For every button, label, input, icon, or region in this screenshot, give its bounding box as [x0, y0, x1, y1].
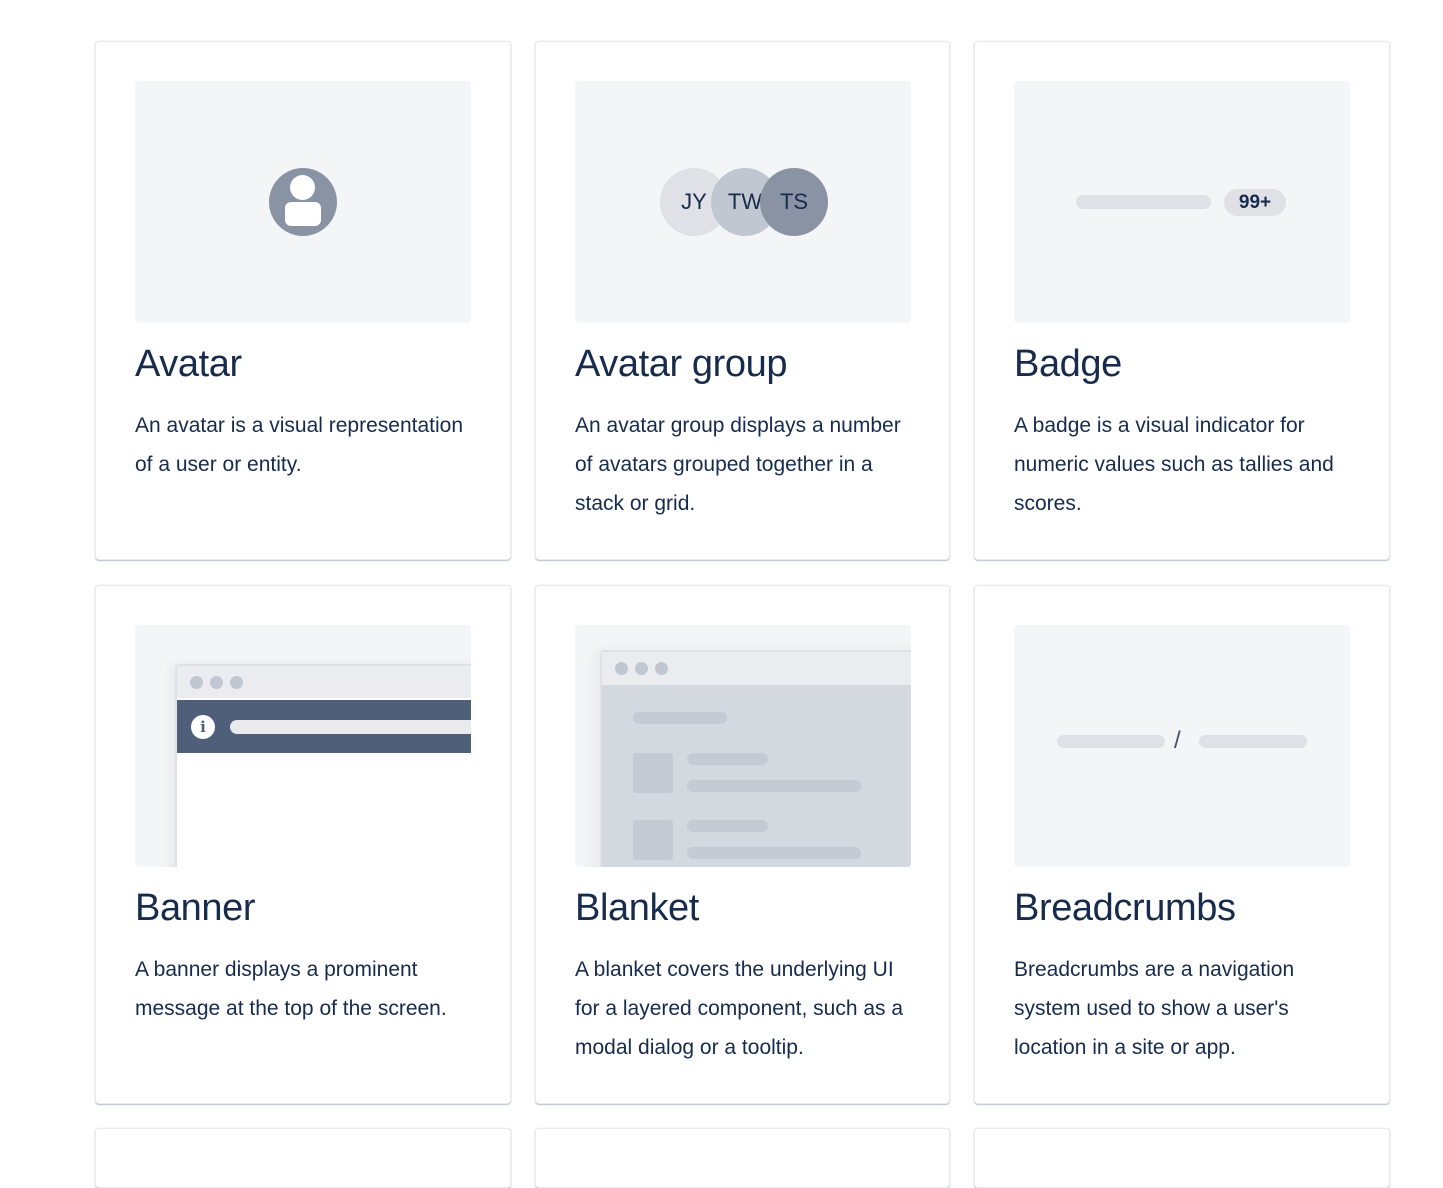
card-title: Breadcrumbs: [1014, 887, 1236, 929]
card-description: A banner displays a prominent message at…: [135, 958, 447, 1020]
card-blanket[interactable]: Blanket A blanket covers the underlying …: [535, 585, 950, 1104]
card-title: Badge: [1014, 343, 1122, 385]
card-breadcrumbs[interactable]: / Breadcrumbs Breadcrumbs are a navigati…: [974, 585, 1390, 1104]
window-dot: [190, 676, 203, 689]
card-title: Avatar: [135, 343, 242, 385]
placeholder-line: [633, 712, 727, 724]
placeholder-line: [687, 780, 861, 792]
card-description: A badge is a visual indicator for numeri…: [1014, 414, 1334, 515]
placeholder-line: [687, 847, 861, 859]
window-titlebar: [602, 652, 911, 685]
card-badge[interactable]: 99+ Badge A badge is a visual indicator …: [974, 41, 1390, 560]
window-dot: [210, 676, 223, 689]
window-dot: [230, 676, 243, 689]
card-partial[interactable]: [95, 1128, 511, 1188]
window-dot: [635, 662, 648, 675]
window-dot: [655, 662, 668, 675]
placeholder-line: [687, 820, 768, 832]
avatar-preview: [135, 81, 471, 323]
blanket-preview: [575, 625, 911, 867]
banner-strip: i: [177, 700, 471, 753]
badge-count: 99+: [1224, 189, 1286, 216]
browser-window-illustration: i: [175, 664, 471, 867]
placeholder-text-bar: [230, 720, 471, 734]
card-description: An avatar is a visual representation of …: [135, 414, 464, 476]
badge-preview: 99+: [1014, 81, 1350, 323]
component-card-grid: Avatar An avatar is a visual representat…: [95, 41, 1390, 1104]
banner-preview: i: [135, 625, 471, 867]
placeholder-square: [633, 820, 673, 860]
placeholder-line: [687, 753, 768, 765]
window-dot: [615, 662, 628, 675]
card-title: Banner: [135, 887, 256, 929]
card-description: A blanket covers the underlying UI for a…: [575, 958, 904, 1059]
breadcrumb-separator: /: [1174, 727, 1181, 754]
info-icon: i: [191, 715, 215, 739]
card-title: Avatar group: [575, 343, 788, 385]
placeholder-crumb: [1199, 735, 1307, 748]
card-title: Blanket: [575, 887, 699, 929]
placeholder-square: [633, 753, 673, 793]
next-card-row: [95, 1128, 1390, 1188]
avatar-initials: TS: [760, 168, 828, 236]
card-partial[interactable]: [535, 1128, 950, 1188]
avatar-body-shape: [285, 202, 321, 226]
card-description: An avatar group displays a number of ava…: [575, 414, 901, 515]
avatar-group-preview: JY TW TS: [575, 81, 911, 323]
browser-window-illustration: [600, 650, 911, 867]
card-description: Breadcrumbs are a navigation system used…: [1014, 958, 1295, 1059]
card-banner[interactable]: i Banner A banner displays a prominent m…: [95, 585, 511, 1104]
placeholder-crumb: [1057, 735, 1165, 748]
breadcrumbs-preview: /: [1014, 625, 1350, 867]
avatar-icon: [269, 168, 337, 236]
card-avatar[interactable]: Avatar An avatar is a visual representat…: [95, 41, 511, 560]
placeholder-text-bar: [1076, 195, 1211, 209]
window-titlebar: [177, 666, 471, 698]
card-avatar-group[interactable]: JY TW TS Avatar group An avatar group di…: [535, 41, 950, 560]
avatar-head-shape: [290, 175, 315, 200]
card-partial[interactable]: [974, 1128, 1390, 1188]
